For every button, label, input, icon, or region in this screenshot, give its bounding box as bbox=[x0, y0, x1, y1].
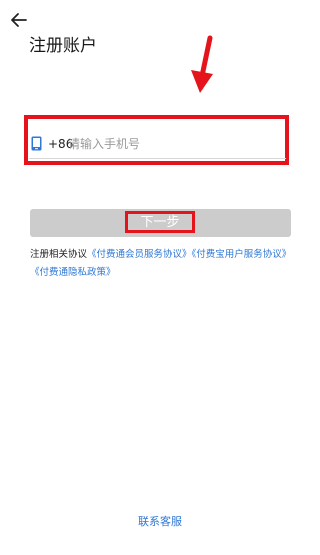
back-button[interactable] bbox=[8, 9, 30, 31]
agreement-link-privacy-policy[interactable]: 《付费通隐私政策》 bbox=[30, 267, 116, 278]
agreement-text: 注册相关协议《付费通会员服务协议》《付费宝用户服务协议》《付费通隐私政策》 bbox=[30, 246, 295, 282]
phone-number-input[interactable] bbox=[68, 134, 278, 154]
contact-support-link[interactable]: 联系客服 bbox=[0, 515, 320, 529]
agreement-link-user-service[interactable]: 《付费宝用户服务协议》 bbox=[192, 249, 292, 260]
arrow-left-icon bbox=[11, 13, 27, 27]
agreement-link-member-service[interactable]: 《付费通会员服务协议》 bbox=[87, 249, 192, 260]
next-step-button[interactable]: 下一步 bbox=[30, 209, 291, 237]
page-title: 注册账户 bbox=[29, 36, 97, 56]
input-underline bbox=[29, 158, 286, 159]
phone-field: +86 bbox=[30, 133, 284, 155]
smartphone-icon bbox=[31, 136, 42, 151]
next-step-highlight: 下一步 bbox=[125, 211, 195, 233]
next-step-label: 下一步 bbox=[140, 215, 180, 230]
red-arrow-down-icon bbox=[191, 35, 213, 93]
agreement-prefix: 注册相关协议 bbox=[30, 249, 88, 260]
